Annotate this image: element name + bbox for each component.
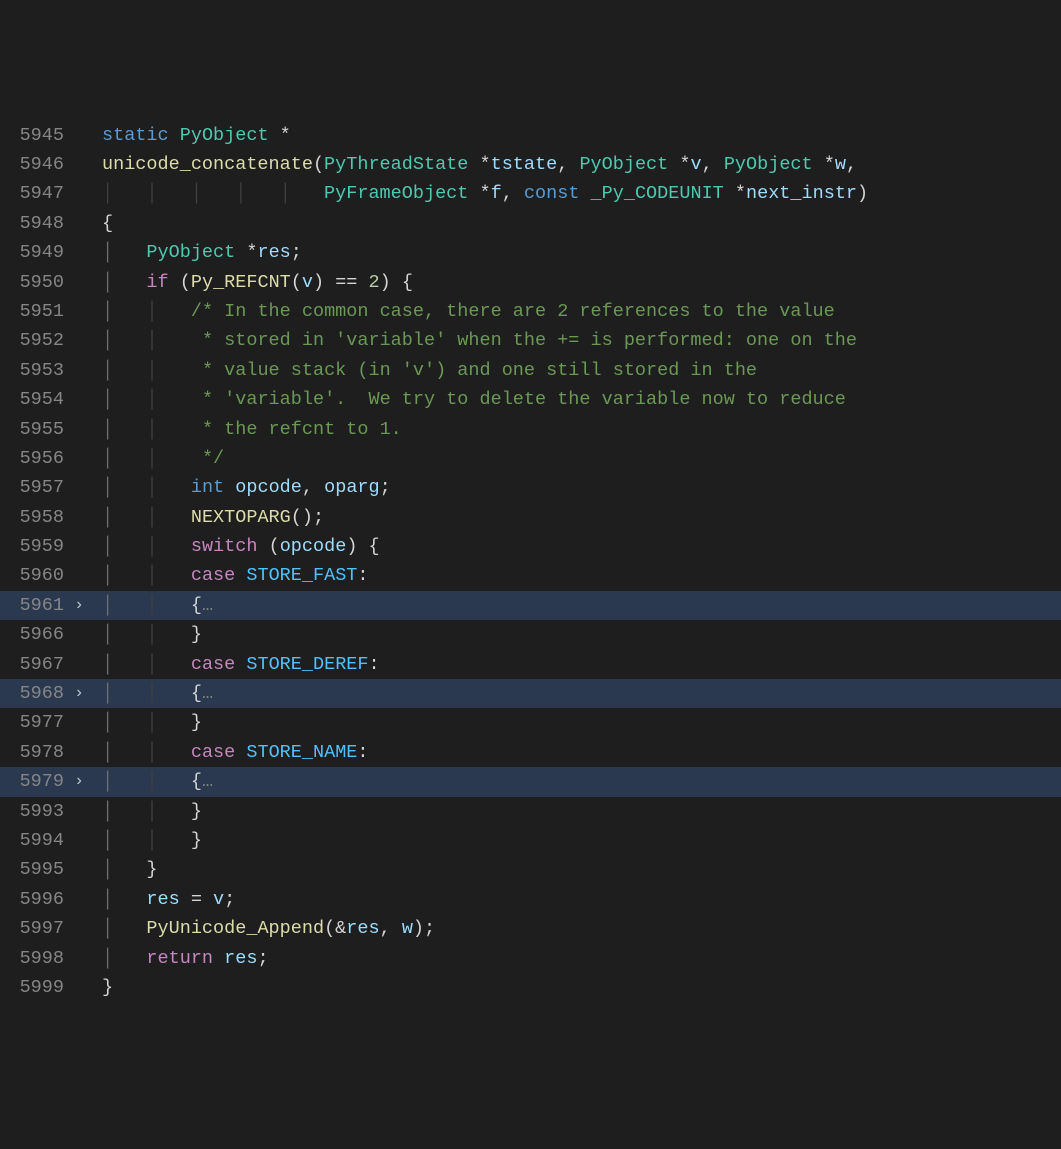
line-number: 5951 — [0, 297, 68, 326]
line-number: 5950 — [0, 268, 68, 297]
code-line[interactable]: 5949 │ PyObject *res; — [0, 238, 1061, 267]
code-content[interactable]: │ │ */ — [90, 444, 1061, 473]
code-content[interactable]: │ │ NEXTOPARG(); — [90, 503, 1061, 532]
code-content[interactable]: │ │ } — [90, 708, 1061, 737]
code-content[interactable]: │ │ case STORE_NAME: — [90, 738, 1061, 767]
code-content[interactable]: │ } — [90, 855, 1061, 884]
chevron-right-icon[interactable]: › — [68, 679, 90, 708]
line-number: 5955 — [0, 415, 68, 444]
code-content[interactable]: │ │ int opcode, oparg; — [90, 473, 1061, 502]
code-content[interactable]: │ PyObject *res; — [90, 238, 1061, 267]
code-line[interactable]: 5952 │ │ * stored in 'variable' when the … — [0, 326, 1061, 355]
line-number: 5952 — [0, 326, 68, 355]
line-number: 5978 — [0, 738, 68, 767]
code-content[interactable]: │ if (Py_REFCNT(v) == 2) { — [90, 268, 1061, 297]
code-content[interactable]: │ │ } — [90, 797, 1061, 826]
code-content[interactable]: │ res = v; — [90, 885, 1061, 914]
line-number: 5959 — [0, 532, 68, 561]
code-content[interactable]: │ │ switch (opcode) { — [90, 532, 1061, 561]
code-content[interactable]: │ │ * value stack (in 'v') and one still… — [90, 356, 1061, 385]
code-line[interactable]: 5979›│ │ {… — [0, 767, 1061, 796]
code-line[interactable]: 5961›│ │ {… — [0, 591, 1061, 620]
code-content[interactable]: │ │ {… — [90, 767, 1061, 796]
line-number: 5961 — [0, 591, 68, 620]
line-number: 5979 — [0, 767, 68, 796]
code-line[interactable]: 5959 │ │ switch (opcode) { — [0, 532, 1061, 561]
code-line[interactable]: 5945 static PyObject * — [0, 121, 1061, 150]
code-line[interactable]: 5947 │ │ │ │ │ PyFrameObject *f, const _P… — [0, 179, 1061, 208]
code-content[interactable]: static PyObject * — [90, 121, 1061, 150]
code-line[interactable]: 5946 unicode_concatenate(PyThreadState *t… — [0, 150, 1061, 179]
line-number: 5996 — [0, 885, 68, 914]
line-number: 5957 — [0, 473, 68, 502]
line-number: 5994 — [0, 826, 68, 855]
code-line[interactable]: 5995 │ } — [0, 855, 1061, 884]
code-line[interactable]: 5951 │ │ /* In the common case, there are… — [0, 297, 1061, 326]
code-content[interactable]: │ │ } — [90, 620, 1061, 649]
line-number: 5997 — [0, 914, 68, 943]
line-number: 5999 — [0, 973, 68, 1002]
code-content[interactable]: │ │ case STORE_DEREF: — [90, 650, 1061, 679]
code-line[interactable]: 5999} — [0, 973, 1061, 1002]
code-line[interactable]: 5954 │ │ * 'variable'. We try to delete t… — [0, 385, 1061, 414]
code-editor[interactable]: 5945 static PyObject * 5946 unicode_concate… — [0, 121, 1061, 1003]
code-content[interactable]: │ │ {… — [90, 591, 1061, 620]
code-content[interactable]: { — [90, 209, 1061, 238]
line-number: 5948 — [0, 209, 68, 238]
line-number: 5947 — [0, 179, 68, 208]
code-content[interactable]: │ │ } — [90, 826, 1061, 855]
code-content[interactable]: } — [90, 973, 1061, 1002]
line-number: 5958 — [0, 503, 68, 532]
code-line[interactable]: 5997 │ PyUnicode_Append(&res, w); — [0, 914, 1061, 943]
line-number: 5966 — [0, 620, 68, 649]
code-content[interactable]: │ │ * 'variable'. We try to delete the v… — [90, 385, 1061, 414]
code-content[interactable]: │ │ * stored in 'variable' when the += i… — [90, 326, 1061, 355]
code-line[interactable]: 5956 │ │ */ — [0, 444, 1061, 473]
code-line[interactable]: 5967 │ │ case STORE_DEREF: — [0, 650, 1061, 679]
line-number: 5977 — [0, 708, 68, 737]
code-line[interactable]: 5966 │ │ } — [0, 620, 1061, 649]
code-content[interactable]: unicode_concatenate(PyThreadState *tstat… — [90, 150, 1061, 179]
code-line[interactable]: 5950 │ if (Py_REFCNT(v) == 2) { — [0, 268, 1061, 297]
line-number: 5995 — [0, 855, 68, 884]
code-line[interactable]: 5978 │ │ case STORE_NAME: — [0, 738, 1061, 767]
code-content[interactable]: │ PyUnicode_Append(&res, w); — [90, 914, 1061, 943]
code-line[interactable]: 5993 │ │ } — [0, 797, 1061, 826]
line-number: 5967 — [0, 650, 68, 679]
line-number: 5956 — [0, 444, 68, 473]
code-line[interactable]: 5953 │ │ * value stack (in 'v') and one s… — [0, 356, 1061, 385]
line-number: 5960 — [0, 561, 68, 590]
code-content[interactable]: │ │ * the refcnt to 1. — [90, 415, 1061, 444]
line-number: 5945 — [0, 121, 68, 150]
code-content[interactable]: │ │ │ │ │ PyFrameObject *f, const _Py_CO… — [90, 179, 1061, 208]
line-number: 5953 — [0, 356, 68, 385]
code-line[interactable]: 5960 │ │ case STORE_FAST: — [0, 561, 1061, 590]
code-line[interactable]: 5955 │ │ * the refcnt to 1. — [0, 415, 1061, 444]
code-content[interactable]: │ │ case STORE_FAST: — [90, 561, 1061, 590]
code-line[interactable]: 5958 │ │ NEXTOPARG(); — [0, 503, 1061, 532]
chevron-right-icon[interactable]: › — [68, 767, 90, 796]
code-content[interactable]: │ │ {… — [90, 679, 1061, 708]
code-line[interactable]: 5994 │ │ } — [0, 826, 1061, 855]
line-number: 5968 — [0, 679, 68, 708]
line-number: 5993 — [0, 797, 68, 826]
code-line[interactable]: 5977 │ │ } — [0, 708, 1061, 737]
code-line[interactable]: 5996 │ res = v; — [0, 885, 1061, 914]
code-line[interactable]: 5968›│ │ {… — [0, 679, 1061, 708]
code-line[interactable]: 5957 │ │ int opcode, oparg; — [0, 473, 1061, 502]
code-line[interactable]: 5948 { — [0, 209, 1061, 238]
code-content[interactable]: │ │ /* In the common case, there are 2 r… — [90, 297, 1061, 326]
line-number: 5954 — [0, 385, 68, 414]
chevron-right-icon[interactable]: › — [68, 591, 90, 620]
line-number: 5949 — [0, 238, 68, 267]
line-number: 5946 — [0, 150, 68, 179]
